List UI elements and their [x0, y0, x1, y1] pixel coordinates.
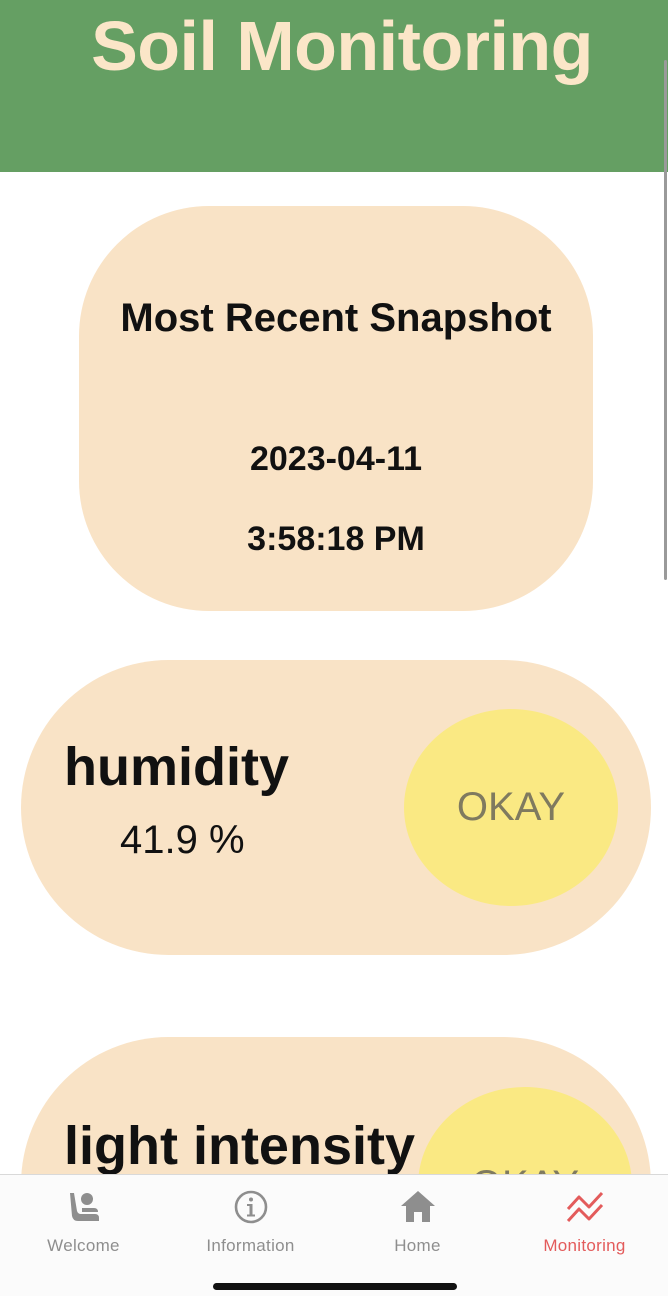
scrollbar[interactable]	[664, 60, 667, 580]
tab-welcome[interactable]: Welcome	[0, 1175, 167, 1265]
tab-home[interactable]: Home	[334, 1175, 501, 1265]
person-seat-icon	[69, 1193, 99, 1221]
tab-label: Welcome	[47, 1236, 120, 1255]
snapshot-date: 2023-04-11	[249, 440, 423, 478]
tab-label: Monitoring	[543, 1236, 626, 1255]
sensor-name: light intensity	[64, 1116, 415, 1176]
snapshot-card: Most Recent Snapshot 2023-04-11 3:58:18 …	[79, 206, 593, 611]
status-label: OKAY	[456, 785, 566, 829]
sensor-name: humidity	[64, 737, 289, 797]
app-header: Soil Monitoring	[0, 0, 668, 172]
tab-label: Home	[394, 1236, 441, 1255]
sensor-value: 41.9 %	[120, 818, 245, 862]
screen: Soil Monitoring Most Recent Snapshot 202…	[0, 0, 668, 1296]
snapshot-time: 3:58:18 PM	[247, 520, 425, 558]
tab-information[interactable]: Information	[167, 1175, 334, 1265]
tab-label: Information	[206, 1236, 295, 1255]
home-indicator[interactable]	[213, 1283, 457, 1290]
home-icon	[400, 1191, 435, 1222]
bottom-tab-bar: Welcome Information Home Monitoring	[0, 1174, 668, 1296]
tab-monitoring[interactable]: Monitoring	[501, 1175, 668, 1265]
trend-chart-icon	[566, 1191, 603, 1223]
info-icon	[234, 1190, 267, 1224]
snapshot-title: Most Recent Snapshot	[120, 296, 552, 340]
sensor-card-humidity[interactable]: humidity 41.9 % OKAY	[21, 660, 651, 955]
status-badge: OKAY	[404, 709, 618, 906]
page-title: Soil Monitoring	[91, 7, 593, 85]
